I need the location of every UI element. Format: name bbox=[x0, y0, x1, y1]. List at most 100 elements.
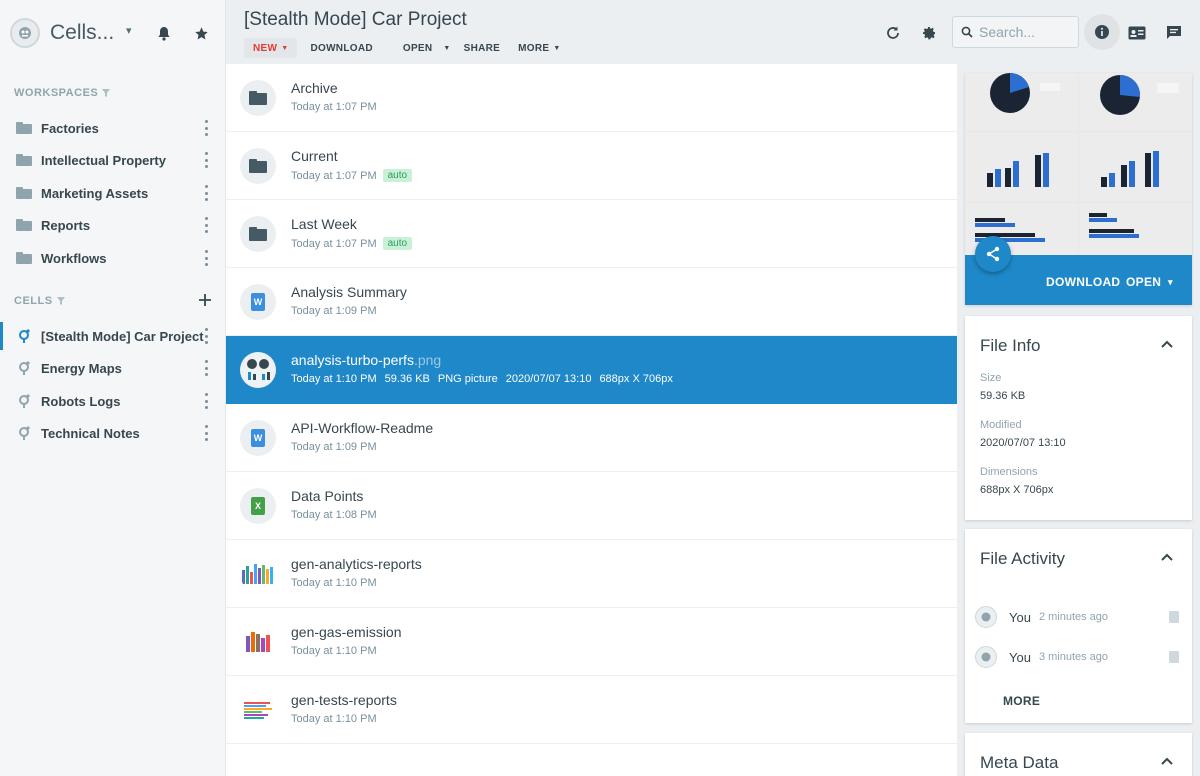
file-name: Last Week bbox=[291, 216, 357, 232]
share-button[interactable]: SHARE bbox=[455, 38, 510, 58]
file-date: Today at 1:07 PM bbox=[291, 237, 377, 250]
refresh-icon[interactable] bbox=[884, 24, 902, 42]
activity-more-button[interactable]: MORE bbox=[1003, 694, 1040, 708]
info-icon[interactable] bbox=[1084, 14, 1120, 50]
file-info-title: File Info bbox=[980, 336, 1041, 355]
size-label: Size bbox=[980, 372, 1002, 384]
sidebar-item-marketing-assets[interactable]: Marketing Assets bbox=[0, 178, 225, 208]
meta-data-title: Meta Data bbox=[980, 753, 1059, 772]
size-value: 59.36 KB bbox=[980, 390, 1026, 402]
filter-icon bbox=[102, 89, 111, 97]
cells-section-label: CELLS bbox=[14, 295, 65, 307]
activity-item[interactable]: You 2 minutes ago bbox=[975, 605, 1185, 629]
sidebar-item-intellectual-property[interactable]: Intellectual Property bbox=[0, 145, 225, 175]
cell-icon bbox=[19, 329, 30, 343]
add-cell-icon[interactable] bbox=[197, 292, 213, 308]
file-date: Today at 1:10 PM bbox=[291, 713, 377, 725]
file-row-gen-tests-reports[interactable]: gen-tests-reports Today at 1:10 PM bbox=[226, 676, 957, 744]
file-row-gen-analytics-reports[interactable]: gen-analytics-reports Today at 1:10 PM bbox=[226, 540, 957, 608]
word-doc-icon: W bbox=[240, 420, 276, 456]
file-row-analysis-summary[interactable]: W Analysis Summary Today at 1:09 PM bbox=[226, 268, 957, 336]
file-name: gen-gas-emission bbox=[291, 624, 402, 640]
sidebar-item-car-project[interactable]: [Stealth Mode] Car Project bbox=[0, 321, 225, 351]
preview-open-button[interactable]: OPEN bbox=[1126, 275, 1161, 289]
sidebar-item-factories[interactable]: Factories bbox=[0, 113, 225, 143]
active-indicator bbox=[0, 322, 3, 350]
cell-icon bbox=[19, 394, 30, 408]
more-vert-icon[interactable] bbox=[201, 393, 211, 409]
chevron-down-icon[interactable]: ▾ bbox=[126, 24, 132, 37]
more-vert-icon[interactable] bbox=[201, 425, 211, 441]
file-row-gen-gas-emission[interactable]: gen-gas-emission Today at 1:10 PM bbox=[226, 608, 957, 676]
dimensions-label: Dimensions bbox=[980, 466, 1038, 478]
sidebar-item-reports[interactable]: Reports bbox=[0, 210, 225, 240]
search-icon bbox=[961, 26, 973, 38]
file-name: Current bbox=[291, 148, 338, 164]
chevron-up-icon[interactable] bbox=[1160, 550, 1174, 564]
file-date: Today at 1:10 PM bbox=[291, 373, 377, 385]
sidebar-item-energy-maps[interactable]: Energy Maps bbox=[0, 353, 225, 383]
more-vert-icon[interactable] bbox=[201, 250, 211, 266]
file-date: Today at 1:07 PM bbox=[291, 101, 377, 113]
file-row-archive[interactable]: Archive Today at 1:07 PM bbox=[226, 64, 957, 132]
chevron-up-icon[interactable] bbox=[1160, 754, 1174, 768]
open-menu-caret[interactable]: ▼ bbox=[441, 38, 452, 58]
folder-icon bbox=[16, 187, 32, 199]
new-button[interactable]: NEW ▼ bbox=[244, 38, 298, 58]
file-row-api-workflow-readme[interactable]: W API-Workflow-Readme Today at 1:09 PM bbox=[226, 404, 957, 472]
file-kind: PNG picture bbox=[437, 373, 498, 385]
image-preview[interactable] bbox=[965, 73, 1192, 255]
more-vert-icon[interactable] bbox=[201, 185, 211, 201]
gear-icon[interactable] bbox=[920, 24, 938, 42]
more-vert-icon[interactable] bbox=[201, 360, 211, 376]
file-date: Today at 1:08 PM bbox=[291, 509, 377, 521]
chat-icon[interactable] bbox=[1165, 24, 1183, 42]
folder-icon bbox=[16, 122, 32, 134]
file-name: Archive bbox=[291, 80, 338, 96]
toolbar: NEW ▼ DOWNLOAD OPEN ▼ SHARE MORE ▼ bbox=[244, 38, 570, 58]
excel-doc-icon: X bbox=[240, 488, 276, 524]
file-icon bbox=[1169, 651, 1179, 663]
chart-thumbnail bbox=[240, 556, 276, 592]
download-button[interactable]: DOWNLOAD bbox=[301, 38, 381, 58]
folder-icon bbox=[240, 80, 276, 116]
more-vert-icon[interactable] bbox=[201, 217, 211, 233]
file-row-data-points[interactable]: X Data Points Today at 1:08 PM bbox=[226, 472, 957, 540]
chart-thumbnail bbox=[240, 624, 276, 660]
open-button[interactable]: OPEN bbox=[394, 38, 442, 58]
bell-icon[interactable] bbox=[155, 24, 173, 42]
more-vert-icon[interactable] bbox=[201, 152, 211, 168]
preview-open-caret[interactable]: ▾ bbox=[1168, 277, 1173, 288]
share-icon[interactable] bbox=[975, 236, 1011, 272]
chevron-up-icon[interactable] bbox=[1160, 337, 1174, 351]
auto-tag: auto bbox=[382, 169, 413, 182]
meta-data-card: Meta Data bbox=[965, 733, 1192, 776]
folder-icon bbox=[16, 154, 32, 166]
word-doc-icon: W bbox=[240, 284, 276, 320]
robot-logo-icon bbox=[10, 18, 40, 48]
sidebar-item-technical-notes[interactable]: Technical Notes bbox=[0, 418, 225, 448]
file-name: analysis-turbo-perfs.png bbox=[291, 352, 442, 368]
contact-card-icon[interactable] bbox=[1128, 24, 1146, 42]
image-thumbnail bbox=[240, 352, 276, 388]
file-row-analysis-turbo-perfs[interactable]: analysis-turbo-perfs.png Today at 1:10 P… bbox=[226, 336, 957, 404]
activity-item[interactable]: You 3 minutes ago bbox=[975, 645, 1185, 669]
file-row-last-week[interactable]: Last Week Today at 1:07 PM auto bbox=[226, 200, 957, 268]
workspaces-section-label: WORKSPACES bbox=[14, 87, 111, 99]
more-button[interactable]: MORE ▼ bbox=[509, 38, 569, 58]
filter-icon bbox=[56, 297, 65, 305]
file-date: Today at 1:09 PM bbox=[291, 305, 377, 317]
more-vert-icon[interactable] bbox=[201, 120, 211, 136]
file-row-current[interactable]: Current Today at 1:07 PM auto bbox=[226, 132, 957, 200]
sidebar-item-workflows[interactable]: Workflows bbox=[0, 243, 225, 273]
search-box[interactable] bbox=[952, 16, 1079, 48]
page-title: [Stealth Mode] Car Project bbox=[244, 9, 467, 30]
preview-download-button[interactable]: DOWNLOAD bbox=[1046, 275, 1120, 289]
search-input[interactable] bbox=[979, 24, 1074, 40]
brand[interactable]: Cells... ▾ bbox=[10, 16, 132, 50]
sidebar-item-robots-logs[interactable]: Robots Logs bbox=[0, 386, 225, 416]
more-vert-icon[interactable] bbox=[201, 328, 211, 344]
brand-title: Cells... bbox=[50, 21, 115, 44]
star-icon[interactable] bbox=[192, 24, 210, 42]
file-size: 59.36 KB bbox=[384, 373, 430, 385]
